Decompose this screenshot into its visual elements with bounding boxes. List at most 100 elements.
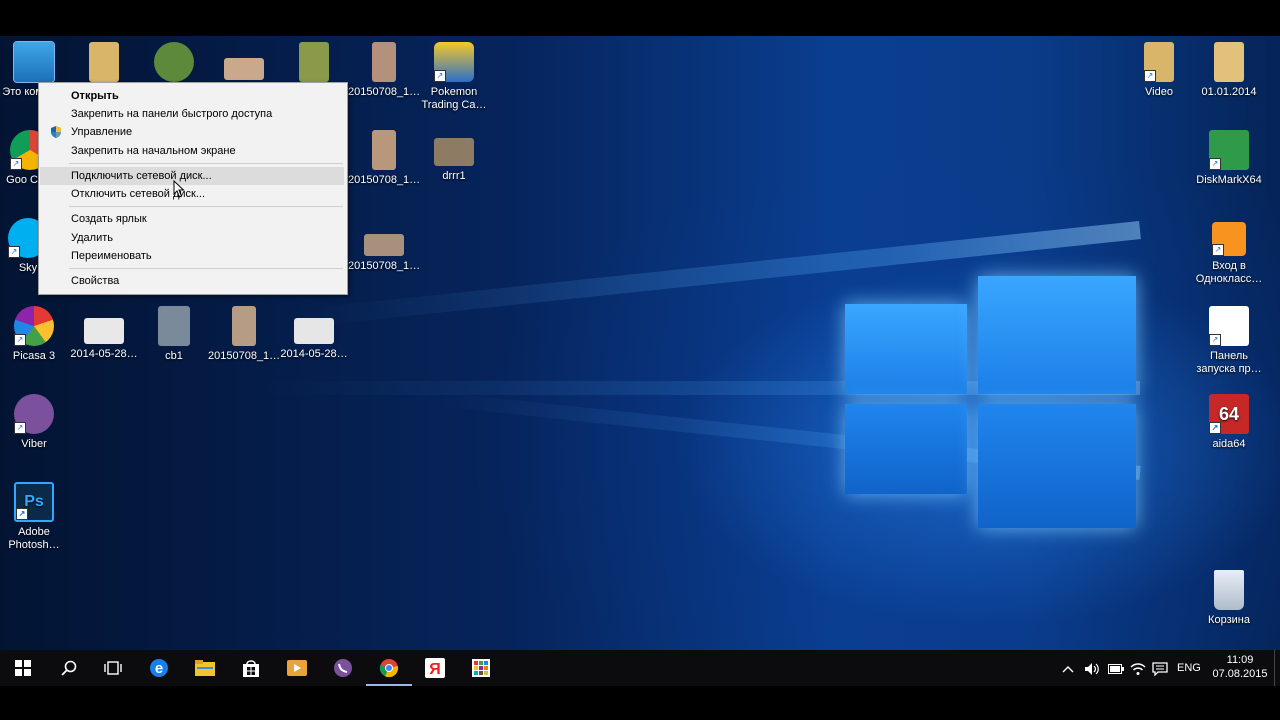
menu-item-create-shortcut[interactable]: Создать ярлык [40,210,344,228]
file-icon[interactable]: drrr1 [418,130,490,183]
odnoklassniki-icon: ↗ [1212,222,1246,256]
menu-item-disconnect-network-drive[interactable]: Отключить сетевой диск... [40,185,344,203]
launcher-desktop-icon[interactable]: ↗ Панель запуска пр… [1193,306,1265,376]
show-hidden-icons-icon[interactable] [1062,650,1074,686]
file-icon[interactable]: 2014-05-28… [68,306,140,361]
icon-label: Adobe Photosh… [8,526,60,551]
svg-text:e: e [155,660,163,677]
file-explorer-icon[interactable] [182,650,228,686]
icon-label: cb1 [165,350,183,362]
photoshop-desktop-icon[interactable]: Ps ↗ Adobe Photosh… [0,482,68,552]
picasa-desktop-icon[interactable]: ↗ Picasa 3 [0,306,68,363]
edge-icon[interactable]: e [136,650,182,686]
viber-icon[interactable] [320,650,366,686]
logo-pane [978,276,1136,394]
viber-icon: ↗ [14,394,54,434]
menu-item-properties[interactable]: Свойства [40,272,344,290]
menu-item-label: Открыть [71,90,119,102]
file-icon[interactable]: 2014-05-28… [278,306,350,361]
menu-item-rename[interactable]: Переименовать [40,247,344,265]
file-icon[interactable]: 20150708_1… [348,218,420,273]
menu-separator [69,206,343,207]
pokemon-icon: ↗ [434,42,474,82]
folder-thumbnail-icon [299,42,329,82]
picasa-icon: ↗ [14,306,54,346]
computer-icon [13,41,55,83]
battery-icon[interactable] [1108,650,1124,686]
folder-icon: ↗ [1144,42,1174,82]
show-desktop-button[interactable] [1274,650,1275,686]
screen: Это компь… ↗ Goo Chro ↗ Sky ↗ Picasa 3 ↗… [0,0,1280,720]
menu-item-label: Удалить [71,232,113,244]
clock-date: 07.08.2015 [1212,668,1268,680]
file-icon[interactable]: 20150708_1… [348,42,420,99]
windows-start-icon[interactable] [0,650,46,686]
notifications-icon[interactable] [1152,650,1168,686]
icon-label: 20150708_1… [348,86,421,98]
menu-item-pin-start[interactable]: Закрепить на начальном экране [40,142,344,160]
file-icon[interactable]: cb1 [138,306,210,363]
image-thumbnail-icon [372,130,396,170]
menu-item-manage[interactable]: Управление [40,123,344,141]
aida64-icon: 64 ↗ [1209,394,1249,434]
image-thumbnail-icon [232,306,256,346]
diskmark-desktop-icon[interactable]: ↗ DiskMarkX64 [1193,130,1265,187]
menu-item-label: Закрепить на начальном экране [71,145,236,157]
image-icon[interactable] [208,42,280,84]
trash-icon [1214,570,1244,610]
wifi-icon[interactable] [1130,650,1146,686]
menu-item-open[interactable]: Открыть [40,87,344,105]
launcher-icon: ↗ [1209,306,1249,346]
icon-label: 2014-05-28… [70,348,138,360]
icon-label: Pokemon Trading Ca… [421,86,487,111]
context-menu: Открыть Закрепить на панели быстрого дос… [38,82,348,295]
menu-separator [69,268,343,269]
menu-item-label: Переименовать [71,250,152,262]
volume-icon[interactable] [1084,650,1100,686]
folder-icon[interactable] [68,42,140,86]
icon-label: Панель запуска пр… [1196,350,1262,375]
language-indicator[interactable]: ENG [1177,650,1201,686]
viber-desktop-icon[interactable]: ↗ Viber [0,394,68,451]
video-folder-icon[interactable]: ↗ Video [1123,42,1195,99]
chrome-icon[interactable] [366,650,412,686]
mouse-cursor-icon [173,180,185,198]
photoshop-icon: Ps ↗ [14,482,54,522]
date-folder-icon[interactable]: 01.01.2014 [1193,42,1265,99]
logo-pane [845,404,967,494]
launcher-icon[interactable] [458,650,504,686]
folder-icon[interactable] [278,42,350,86]
folder-thumbnail-icon [89,42,119,82]
icon-label: DiskMarkX64 [1196,174,1262,186]
icon-label: drrr1 [442,170,466,182]
menu-item-map-network-drive[interactable]: Подключить сетевой диск... [40,167,344,185]
search-icon[interactable] [46,650,92,686]
icon-label: 20150708_1… [208,350,281,362]
menu-item-label: Создать ярлык [71,213,147,225]
image-thumbnail-icon [294,318,334,344]
file-icon[interactable]: 20150708_1… [208,306,280,363]
file-icon[interactable]: 20150708_1… [348,130,420,187]
menu-item-label: Подключить сетевой диск... [71,170,212,182]
task-view-icon[interactable] [90,650,136,686]
image-thumbnail-icon [434,138,474,166]
menu-item-label: Свойства [71,275,120,287]
logo-pane [845,304,967,394]
game-icon[interactable] [138,42,210,86]
media-player-icon[interactable] [274,650,320,686]
yandex-icon[interactable]: Я [412,650,458,686]
clock[interactable]: 11:09 07.08.2015 [1208,653,1272,681]
aida64-desktop-icon[interactable]: 64 ↗ aida64 [1193,394,1265,451]
menu-item-delete[interactable]: Удалить [40,229,344,247]
shield-icon [51,126,61,138]
image-thumbnail-icon [158,306,190,346]
icon-label: 2014-05-28… [280,348,348,360]
menu-item-pin-quick-access[interactable]: Закрепить на панели быстрого доступа [40,105,344,123]
taskbar: e Я ENG 11:09 07.08.2015 [0,650,1280,686]
recycle-bin-icon[interactable]: Корзина [1193,570,1265,627]
image-thumbnail-icon [364,234,404,256]
store-icon[interactable] [228,650,274,686]
pokemon-tcg-icon[interactable]: ↗ Pokemon Trading Ca… [418,42,490,112]
odnoklassniki-desktop-icon[interactable]: ↗ Вход в Однокласс… [1193,218,1265,286]
icon-label: Video [1145,86,1173,98]
